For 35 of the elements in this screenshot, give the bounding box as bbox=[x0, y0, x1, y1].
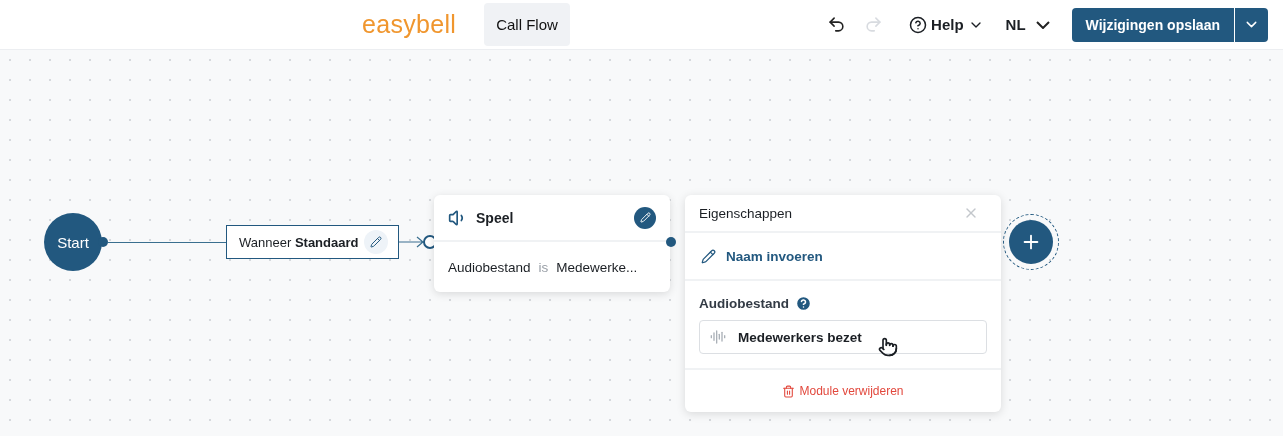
edit-button[interactable] bbox=[364, 230, 389, 254]
edit-button[interactable] bbox=[634, 206, 656, 229]
pointer-icon bbox=[878, 337, 898, 357]
condition-node[interactable]: Wanneer Standaard bbox=[226, 225, 399, 259]
pencil-icon bbox=[639, 212, 651, 223]
chevron-down-icon bbox=[1035, 20, 1050, 29]
call-flow-tab[interactable]: Call Flow bbox=[484, 3, 570, 46]
waveform-icon bbox=[710, 329, 726, 345]
language-menu[interactable]: NL bbox=[1005, 16, 1050, 33]
pencil-icon bbox=[701, 248, 716, 264]
trash-icon bbox=[782, 384, 796, 398]
logo: easybell bbox=[362, 10, 457, 39]
module-title: Speel bbox=[476, 209, 515, 226]
operator-label: is bbox=[538, 259, 549, 275]
help-icon[interactable] bbox=[795, 295, 812, 312]
name-input-link[interactable]: Naam invoeren bbox=[685, 233, 1001, 281]
help-menu[interactable]: Help bbox=[909, 15, 984, 34]
field-value: Medewerke... bbox=[556, 259, 638, 275]
arrow-line bbox=[399, 235, 425, 249]
panel-title: Eigenschappen bbox=[699, 205, 793, 221]
audio-label: Audiobestand bbox=[699, 296, 789, 311]
add-module-button[interactable] bbox=[1009, 220, 1053, 264]
start-node[interactable]: Start bbox=[44, 213, 102, 271]
play-module-card[interactable]: Speel Audiobestand is Medewerke... bbox=[434, 195, 670, 292]
save-options-button[interactable] bbox=[1235, 7, 1268, 42]
audio-file-field[interactable]: Medewerkers bezet bbox=[699, 320, 987, 354]
help-icon bbox=[909, 15, 928, 34]
connector-dot[interactable] bbox=[666, 237, 676, 247]
condition-label: Wanneer Standaard bbox=[239, 234, 359, 250]
delete-module-link[interactable]: Module verwijderen bbox=[776, 383, 910, 399]
pencil-icon bbox=[370, 236, 383, 248]
field-label: Audiobestand bbox=[448, 259, 531, 275]
save-button[interactable]: Wijzigingen opslaan bbox=[1071, 7, 1234, 42]
undo-icon[interactable] bbox=[827, 15, 847, 34]
connector-dot[interactable] bbox=[98, 237, 108, 247]
